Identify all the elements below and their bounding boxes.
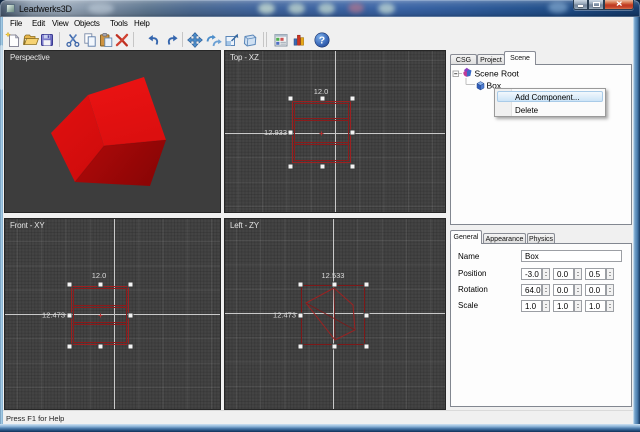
svg-text:?: ?: [319, 35, 325, 47]
svg-text:12.933: 12.933: [264, 128, 287, 137]
svg-text:12.473: 12.473: [42, 311, 65, 320]
svg-text:12.473: 12.473: [273, 311, 296, 320]
svg-text:12.0: 12.0: [92, 271, 107, 280]
svg-text:12.0: 12.0: [314, 87, 329, 96]
svg-text:12.533: 12.533: [322, 271, 345, 280]
